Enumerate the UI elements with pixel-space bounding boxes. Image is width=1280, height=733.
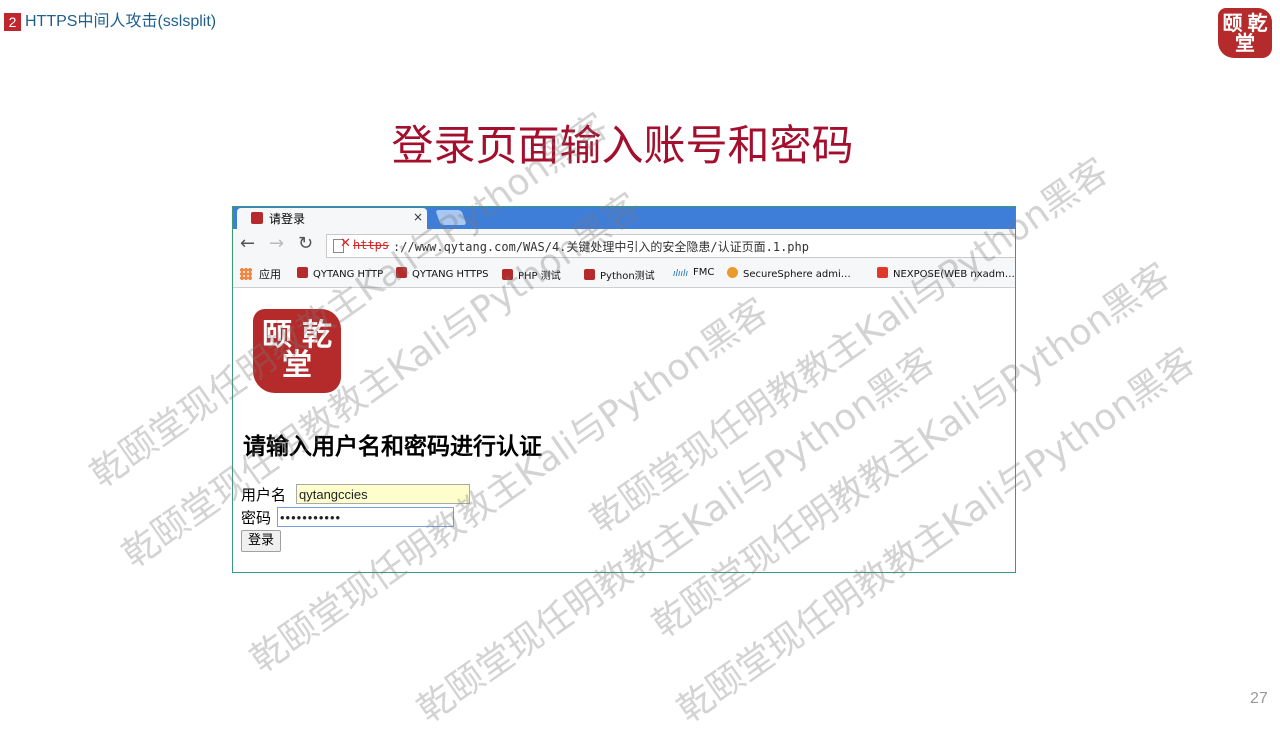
qytang-page-logo: 颐 乾 堂 <box>253 309 341 393</box>
qytang-icon <box>297 267 308 278</box>
securesphere-icon <box>727 267 738 278</box>
login-button[interactable]: 登录 <box>241 530 282 552</box>
logo-char: 颐 <box>262 318 292 353</box>
bookmarks-bar: 应用 QYTANG HTTP QYTANG HTTPS PHP 测试 Pytho… <box>233 261 1015 288</box>
logo-char: 堂 <box>1235 31 1255 55</box>
logo-char: 堂 <box>282 348 312 383</box>
bookmark-nexpose[interactable]: NEXPOSE(WEB nxadm… <box>877 267 1015 280</box>
bookmark-qytang-https[interactable]: QYTANG HTTPS <box>396 267 489 280</box>
logo-char: 乾 <box>1247 11 1268 35</box>
section-title: HTTPS中间人攻击(sslsplit) <box>25 13 217 30</box>
bookmark-securesphere[interactable]: SecureSphere admi… <box>727 267 851 280</box>
bookmark-python-test[interactable]: Python测试 <box>584 267 655 282</box>
qytang-favicon-icon <box>251 212 263 224</box>
bookmark-apps[interactable]: 应用 <box>259 266 281 282</box>
new-tab-button[interactable] <box>435 210 467 225</box>
bookmark-php-test[interactable]: PHP 测试 <box>502 267 561 282</box>
password-input[interactable]: ••••••••••• <box>277 507 454 527</box>
bookmark-label: FMC <box>693 267 715 278</box>
apps-grid-icon[interactable] <box>240 268 252 280</box>
browser-window: 请登录 × ← → ↻ ✕ https ://www.qytang.com/WA… <box>232 206 1016 573</box>
reload-icon[interactable]: ↻ <box>298 233 313 255</box>
qytang-logo: 颐 乾 堂 <box>1218 8 1272 58</box>
cisco-icon: ılıılı <box>673 269 689 279</box>
tab-title: 请登录 <box>269 212 306 226</box>
bookmark-label: NEXPOSE(WEB nxadm… <box>893 269 1015 280</box>
url-scheme: https <box>353 238 390 252</box>
browser-toolbar: ← → ↻ ✕ https ://www.qytang.com/WAS/4.关键… <box>233 229 1015 261</box>
back-arrow-icon[interactable]: ← <box>240 233 255 255</box>
logo-char: 颐 <box>1222 11 1243 35</box>
bookmark-label: Python测试 <box>600 271 655 282</box>
ssl-error-x-icon[interactable]: ✕ <box>340 236 351 251</box>
password-label: 密码 <box>241 509 272 527</box>
bookmark-label: QYTANG HTTP <box>313 269 384 280</box>
qytang-icon <box>396 267 407 278</box>
tab-strip: 请登录 × <box>233 207 1015 229</box>
close-icon[interactable]: × <box>413 210 423 224</box>
qytang-icon <box>502 269 513 280</box>
bookmark-label: SecureSphere admi… <box>743 269 851 280</box>
address-bar[interactable]: ✕ https ://www.qytang.com/WAS/4.关键处理中引入的… <box>326 234 1015 258</box>
bookmark-label: PHP 测试 <box>518 271 561 282</box>
bookmark-qytang-http[interactable]: QYTANG HTTP <box>297 267 383 280</box>
slide-heading: 登录页面输入账号和密码 <box>391 121 854 170</box>
tab-login[interactable]: 请登录 × <box>237 208 427 229</box>
qytang-icon <box>584 269 595 280</box>
username-label: 用户名 <box>241 486 287 504</box>
bookmark-fmc[interactable]: ılıılı FMC <box>673 267 714 280</box>
bookmark-label: QYTANG HTTPS <box>412 269 489 280</box>
login-heading: 请输入用户名和密码进行认证 <box>243 433 542 460</box>
forward-arrow-icon[interactable]: → <box>269 233 284 255</box>
page-content: 颐 乾 堂 请输入用户名和密码进行认证 用户名 qytangccies 密码 •… <box>233 288 1015 572</box>
section-number-badge: 2 <box>4 13 21 31</box>
logo-char: 乾 <box>302 318 332 353</box>
username-input[interactable]: qytangccies <box>296 484 470 504</box>
url-path: ://www.qytang.com/WAS/4.关键处理中引入的安全隐患/认证页… <box>393 240 809 254</box>
page-number: 27 <box>1250 690 1268 707</box>
nexpose-icon <box>877 267 888 278</box>
